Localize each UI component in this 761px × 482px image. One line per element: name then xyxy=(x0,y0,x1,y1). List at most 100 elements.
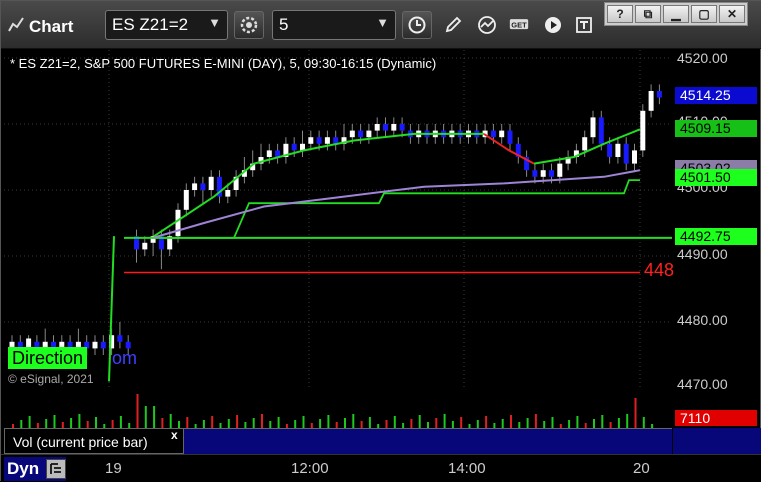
play-button[interactable] xyxy=(538,11,568,39)
volume-bar xyxy=(543,421,546,428)
volume-bar xyxy=(153,406,156,428)
scale-button[interactable] xyxy=(46,459,66,479)
volume-bar xyxy=(227,419,230,428)
candle-body xyxy=(291,143,297,151)
volume-bar xyxy=(119,416,122,428)
symbol-input[interactable]: ES Z21=2 ▼ xyxy=(105,10,228,40)
candle-body xyxy=(623,143,629,164)
fit-icon xyxy=(50,463,61,474)
ma-fast-tag: 4509.15 xyxy=(675,120,757,137)
volume-bar xyxy=(617,418,620,428)
draw-button[interactable] xyxy=(438,11,468,39)
candle-body xyxy=(532,170,538,177)
direction-label: Direction xyxy=(8,347,88,369)
price-tick: 4490.00 xyxy=(677,246,728,262)
restore-button[interactable]: ⧉ xyxy=(635,5,661,23)
price-axis[interactable]: 4520.00 4510.00 4500.00 4490.00 4480.00 … xyxy=(673,50,761,392)
studies-button[interactable] xyxy=(472,11,502,39)
settings-button[interactable] xyxy=(234,11,264,39)
volume-bar xyxy=(161,418,164,428)
window-controls: ? ⧉ ▁ ▢ ✕ xyxy=(604,2,748,26)
volume-bar xyxy=(236,415,239,428)
time-button[interactable] xyxy=(402,11,432,39)
chevron-down-icon[interactable]: ▼ xyxy=(376,15,389,30)
time-tick: 12:00 xyxy=(291,460,329,477)
volume-bar xyxy=(28,416,31,428)
candle-body xyxy=(656,91,662,98)
candle-body xyxy=(92,341,98,349)
volume-bar xyxy=(302,416,305,428)
red-line-label: 448 xyxy=(644,260,675,280)
volume-bar xyxy=(86,421,89,428)
time-tick: 19 xyxy=(105,460,122,477)
volume-tag: 7110 xyxy=(675,410,757,426)
volume-bar xyxy=(534,414,537,428)
template-button[interactable] xyxy=(569,11,599,39)
time-axis[interactable]: Dyn 19 12:00 14:00 20 xyxy=(1,454,761,482)
window-title: Chart xyxy=(7,15,73,38)
pencil-icon xyxy=(445,16,462,33)
candle-body xyxy=(557,163,563,177)
clock-icon xyxy=(408,16,426,34)
volume-bar xyxy=(451,421,454,428)
volume-legend-strip-right xyxy=(673,428,761,454)
time-tick: 14:00 xyxy=(448,460,486,477)
volume-bar xyxy=(202,420,205,428)
candle-body xyxy=(607,143,613,157)
chart-window: Chart ES Z21=2 ▼ 5 ▼ GET ? ⧉ ▁ ▢ ✕ * ES … xyxy=(0,0,761,482)
volume-bar xyxy=(327,415,330,428)
volume-bar xyxy=(476,420,479,428)
chevron-down-icon[interactable]: ▼ xyxy=(208,15,221,30)
candle-body xyxy=(366,130,372,138)
volume-pane[interactable] xyxy=(4,390,672,428)
get-button[interactable]: GET xyxy=(504,11,534,39)
help-button[interactable]: ? xyxy=(607,5,633,23)
interval-value: 5 xyxy=(279,15,289,34)
volume-bar xyxy=(360,421,363,428)
candle-body xyxy=(117,335,123,342)
volume-bar xyxy=(634,398,637,428)
candle-body xyxy=(183,190,189,210)
candle-body xyxy=(540,170,546,177)
candle-body xyxy=(632,150,637,164)
volume-study-label: Vol (current price bar) xyxy=(4,428,184,454)
candle-body xyxy=(648,91,654,111)
candle-body xyxy=(582,137,588,151)
candle-body xyxy=(490,130,496,138)
play-icon xyxy=(545,17,561,33)
close-button[interactable]: ✕ xyxy=(719,5,745,23)
volume-bar xyxy=(53,415,56,428)
candle-body xyxy=(590,117,596,138)
candle-body xyxy=(175,209,181,237)
volume-bar xyxy=(568,420,571,428)
get-icon: GET xyxy=(509,19,529,30)
volume-bar xyxy=(319,419,322,428)
volume-bar xyxy=(45,419,48,428)
price-chart[interactable]: * ES Z21=2, S&P 500 FUTURES E-MINI (DAY)… xyxy=(4,50,675,387)
volume-legend-strip xyxy=(184,428,672,454)
template-icon xyxy=(576,17,592,33)
level-tag: 4492.75 xyxy=(675,228,757,245)
copyright: © eSignal, 2021 xyxy=(8,372,94,386)
price-tick: 4480.00 xyxy=(677,312,728,328)
minimize-button[interactable]: ▁ xyxy=(663,5,689,23)
chart-description: * ES Z21=2, S&P 500 FUTURES E-MINI (DAY)… xyxy=(10,56,437,71)
window-title-text: Chart xyxy=(29,16,74,36)
toolbar: Chart ES Z21=2 ▼ 5 ▼ GET ? ⧉ ▁ ▢ ✕ xyxy=(1,1,761,49)
close-icon[interactable]: x xyxy=(171,428,178,442)
maximize-button[interactable]: ▢ xyxy=(691,5,717,23)
candle-body xyxy=(308,137,314,144)
volume-bar xyxy=(393,416,396,428)
candle-body xyxy=(499,130,505,138)
candle-body xyxy=(615,143,621,157)
candle-body xyxy=(640,110,646,151)
volume-bar xyxy=(78,414,81,428)
interval-input[interactable]: 5 ▼ xyxy=(272,10,396,40)
price-plot[interactable] xyxy=(4,50,672,387)
volume-bar xyxy=(576,416,579,428)
volume-bar xyxy=(460,417,463,428)
ma-purple-line xyxy=(153,169,641,239)
candle-body xyxy=(100,341,106,349)
candle-body xyxy=(549,170,554,177)
symbol-value: ES Z21=2 xyxy=(112,15,189,34)
